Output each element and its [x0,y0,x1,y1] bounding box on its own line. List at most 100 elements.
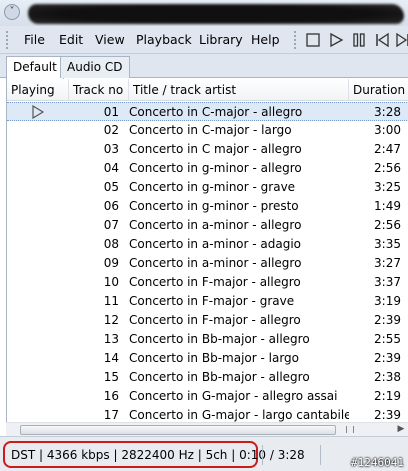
toolbar-grip-icon[interactable] [294,31,296,49]
track-duration: 2:38 [374,370,401,384]
track-duration: 3:37 [374,275,401,289]
track-number: 07 [103,218,119,232]
column-title[interactable]: Title / track artist [129,79,349,101]
track-duration: 3:28 [374,105,401,119]
track-number: 17 [103,408,119,422]
track-row[interactable]: 06 Concerto in g-minor - presto 1:49 [7,197,408,216]
scrollbar-grip-icon [346,426,354,433]
menu-view[interactable]: View [95,26,125,54]
track-number: 08 [103,237,119,251]
track-title: Concerto in C-major - largo [129,123,292,137]
watermark: #1246041 [351,456,404,469]
track-row[interactable]: 13 Concerto in Bb-major - allegro 2:55 [7,330,408,349]
menu-library[interactable]: Library [199,26,243,54]
track-duration: 3:27 [374,256,401,270]
title-bar: ˅ [0,0,408,26]
play-icon[interactable] [328,32,344,48]
track-number: 05 [103,180,119,194]
menu-help[interactable]: Help [251,26,280,54]
menu-edit[interactable]: Edit [59,26,83,54]
redacted-title [28,4,404,24]
track-duration: 3:35 [374,237,401,251]
track-number: 03 [103,142,119,156]
track-title: Concerto in a-minor - allegro [129,218,302,232]
track-row[interactable]: 09 Concerto in a-minor - allegro 3:27 [7,254,408,273]
tab-default[interactable]: Default [6,56,64,79]
track-number: 14 [103,351,119,365]
track-row[interactable]: 16 Concerto in G-major - allegro assai 2:1… [7,387,408,406]
previous-icon[interactable] [374,32,390,48]
track-duration: 1:49 [374,199,401,213]
track-duration: 3:19 [374,294,401,308]
track-row[interactable]: 12 Concerto in F-major - allegro 2:39 [7,311,408,330]
track-title: Concerto in Bb-major - allegro [129,332,310,346]
track-row[interactable]: 07 Concerto in a-minor - allegro 2:56 [7,216,408,235]
window-menu-icon[interactable]: ˅ [4,4,20,20]
track-number: 06 [103,199,119,213]
track-row[interactable]: 11 Concerto in F-major - grave 3:19 [7,292,408,311]
playlist-tabs: Default Audio CD [0,54,408,79]
track-duration: 2:56 [374,161,401,175]
track-row[interactable]: 10 Concerto in F-major - allegro 3:37 [7,273,408,292]
column-duration[interactable]: Duration [349,79,408,101]
track-duration: 2:19 [374,389,401,403]
track-title: Concerto in C-major - allegro [129,105,303,119]
scrollbar-thumb[interactable] [20,425,336,435]
scroll-right-icon[interactable]: ▶ [394,423,408,437]
track-row[interactable]: 01 Concerto in C-major - allegro 3:28 [7,102,408,121]
menu-playback[interactable]: Playback [136,26,192,54]
track-row[interactable]: 05 Concerto in g-minor - grave 3:25 [7,178,408,197]
tab-audio-cd[interactable]: Audio CD [60,56,130,78]
next-icon[interactable] [395,32,408,48]
track-row[interactable]: 15 Concerto in Bb-major - allegro 2:38 [7,368,408,387]
column-header: Playing Track no Title / track artist Du… [7,79,408,101]
track-title: Concerto in g-minor - allegro [129,161,302,175]
track-title: Concerto in G-major - largo cantabile [129,408,349,422]
pause-icon[interactable] [351,32,367,48]
track-title: Concerto in F-major - allegro [129,313,301,327]
track-number: 13 [103,332,119,346]
track-title: Concerto in g-minor - presto [129,199,299,213]
track-number: 11 [103,294,119,308]
track-duration: 2:39 [374,351,401,365]
track-duration: 2:39 [374,313,401,327]
track-row[interactable]: 14 Concerto in Bb-major - largo 2:39 [7,349,408,368]
track-number: 16 [103,389,119,403]
track-title: Concerto in g-minor - grave [129,180,296,194]
status-text: DST | 4366 kbps | 2822400 Hz | 5ch | 0:1… [11,448,305,462]
track-number: 02 [103,123,119,137]
status-bar: DST | 4366 kbps | 2822400 Hz | 5ch | 0:1… [0,436,408,471]
track-title: Concerto in a-minor - allegro [129,256,302,270]
menubar-grip-icon[interactable] [6,31,10,49]
menu-bar: File Edit View Playback Library Help [0,26,408,54]
track-row[interactable]: 03 Concerto in C major - allegro 2:47 [7,140,408,159]
horizontal-scrollbar[interactable]: ▶ [6,422,408,436]
track-row[interactable]: 02 Concerto in C-major - largo 3:00 [7,121,408,140]
track-number: 15 [103,370,119,384]
playlist[interactable]: Playing Track no Title / track artist Du… [6,79,408,422]
track-row[interactable]: 17 Concerto in G-major - largo cantabile 2… [7,406,408,422]
track-row[interactable]: 04 Concerto in g-minor - allegro 2:56 [7,159,408,178]
column-track-no[interactable]: Track no [69,79,129,101]
status-divider [262,445,263,465]
status-highlight: DST | 4366 kbps | 2822400 Hz | 5ch | 0:1… [3,441,305,468]
status-divider [320,445,321,465]
track-title: Concerto in Bb-major - largo [129,351,300,365]
track-number: 09 [103,256,119,270]
track-number: 10 [103,275,119,289]
column-playing[interactable]: Playing [7,79,69,101]
track-title: Concerto in Bb-major - allegro [129,370,310,384]
track-title: Concerto in C major - allegro [129,142,302,156]
track-number: 12 [103,313,119,327]
track-duration: 3:00 [374,123,401,137]
track-duration: 2:39 [374,408,401,422]
track-title: Concerto in F-major - grave [129,294,295,308]
menu-file[interactable]: File [24,26,45,54]
stop-icon[interactable] [305,32,321,48]
track-title: Concerto in a-minor - adagio [129,237,302,251]
track-duration: 2:47 [374,142,401,156]
track-number: 04 [103,161,119,175]
track-duration: 2:56 [374,218,401,232]
track-row[interactable]: 08 Concerto in a-minor - adagio 3:35 [7,235,408,254]
track-title: Concerto in G-major - allegro assai [129,389,338,403]
